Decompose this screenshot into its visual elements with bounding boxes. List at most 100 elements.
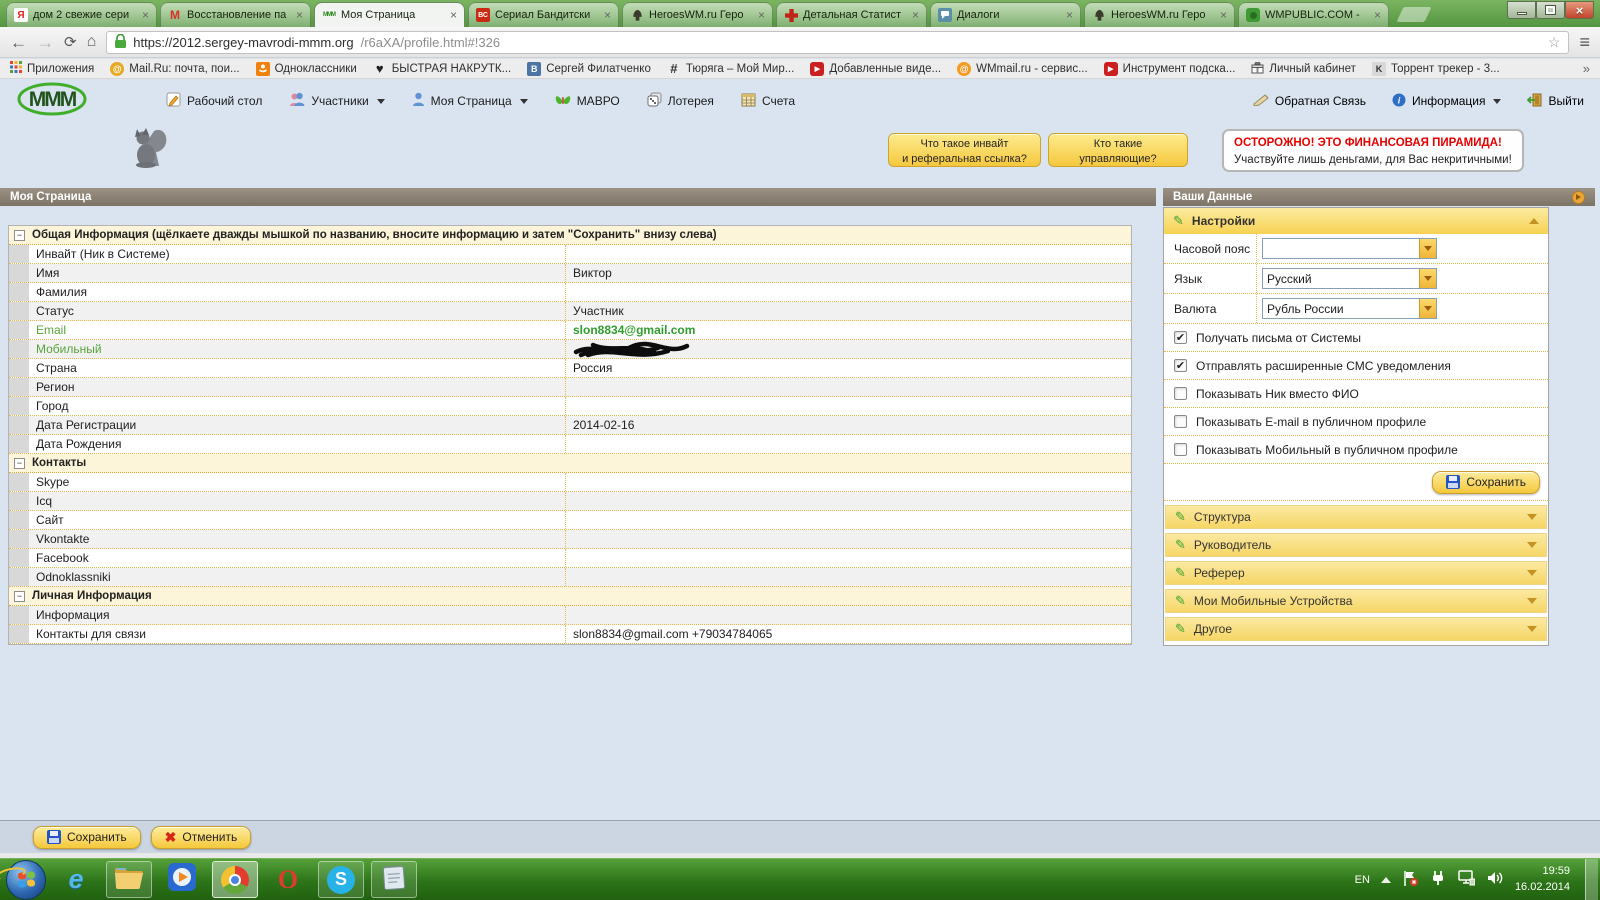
back-button[interactable]: ←: [10, 34, 27, 51]
accordion-structure[interactable]: ✎ Структура: [1165, 505, 1547, 529]
nav-lottery[interactable]: Лотерея: [647, 92, 714, 110]
mmm-logo[interactable]: MMM: [16, 81, 88, 122]
row-value[interactable]: [566, 530, 1131, 548]
accordion-other[interactable]: ✎ Другое: [1165, 617, 1547, 641]
accordion-manager[interactable]: ✎ Руководитель: [1165, 533, 1547, 557]
bookmark-tyuryaga[interactable]: # Тюряга – Мой Мир...: [667, 61, 794, 76]
settings-save-button[interactable]: Сохранить: [1432, 470, 1540, 494]
network-icon[interactable]: [1457, 870, 1476, 889]
row-country[interactable]: Страна Россия: [9, 359, 1131, 378]
row-facebook[interactable]: Facebook: [9, 549, 1131, 568]
invite-help-button[interactable]: Что такое инвайт и реферальная ссылка?: [888, 133, 1041, 167]
taskbar-notepad[interactable]: [371, 861, 417, 898]
row-value[interactable]: slon8834@gmail.com: [566, 321, 1131, 339]
row-reg-date[interactable]: Дата Регистрации 2014-02-16: [9, 416, 1131, 435]
row-value[interactable]: [566, 397, 1131, 415]
collapse-icon[interactable]: −: [14, 590, 25, 602]
checkbox-show-nick[interactable]: Показывать Ник вместо ФИО: [1164, 380, 1548, 408]
bookmark-apps[interactable]: Приложения: [10, 61, 94, 76]
bookmark-heart[interactable]: ♥ БЫСТРАЯ НАКРУТК...: [373, 61, 511, 76]
tab-close-icon[interactable]: ×: [1066, 9, 1073, 21]
forward-button[interactable]: →: [37, 34, 54, 51]
padlock-icon[interactable]: [115, 33, 127, 51]
row-value[interactable]: slon8834@gmail.com +79034784065: [566, 625, 1131, 643]
row-contact-info[interactable]: Контакты для связи slon8834@gmail.com +79…: [9, 625, 1131, 644]
tab-close-icon[interactable]: ×: [450, 9, 457, 21]
taskbar-ie[interactable]: e: [0, 861, 99, 898]
row-value[interactable]: [566, 473, 1131, 491]
taskbar-opera[interactable]: O: [265, 861, 311, 898]
checkbox-show-mobile[interactable]: Показывать Мобильный в публичном профиле: [1164, 436, 1548, 464]
panel-collapse-icon[interactable]: [1572, 190, 1585, 204]
language-indicator[interactable]: EN: [1355, 874, 1370, 886]
row-status[interactable]: Статус Участник: [9, 302, 1131, 321]
accordion-referrer[interactable]: ✎ Реферер: [1165, 561, 1547, 585]
row-vkontakte[interactable]: Vkontakte: [9, 530, 1131, 549]
tab-2[interactable]: M Восстановление па ×: [160, 2, 311, 27]
tab-active-my-page[interactable]: MMM Моя Страница ×: [314, 2, 465, 27]
row-value[interactable]: [566, 606, 1131, 624]
row-value[interactable]: [566, 435, 1131, 453]
taskbar-explorer[interactable]: [106, 861, 152, 898]
nav-accounts[interactable]: Счета: [741, 93, 795, 110]
tray-expand-icon[interactable]: [1380, 876, 1391, 883]
row-value[interactable]: Россия: [566, 359, 1131, 377]
row-last-name[interactable]: Фамилия: [9, 283, 1131, 302]
bookmark-cabinet[interactable]: Личный кабинет: [1251, 61, 1356, 77]
bookmark-wmmail[interactable]: @ WMmail.ru - сервис...: [957, 61, 1088, 76]
tab-close-icon[interactable]: ×: [758, 9, 765, 21]
dropdown-button[interactable]: [1419, 269, 1436, 288]
nav-desktop[interactable]: Рабочий стол: [166, 92, 262, 110]
row-site[interactable]: Сайт: [9, 511, 1131, 530]
bookmark-torrent[interactable]: K Торрент трекер - 3...: [1371, 61, 1500, 76]
collapse-icon[interactable]: −: [14, 229, 25, 241]
checkbox-sms-notifications[interactable]: ✔ Отправлять расширенные СМС уведомления: [1164, 352, 1548, 380]
nav-feedback[interactable]: Обратная Связь: [1252, 93, 1366, 109]
timezone-select[interactable]: [1262, 238, 1437, 259]
save-button[interactable]: Сохранить: [33, 825, 141, 849]
row-odnoklassniki[interactable]: Odnoklassniki: [9, 568, 1131, 587]
tab-close-icon[interactable]: ×: [1220, 9, 1227, 21]
action-center-flag-icon[interactable]: [1402, 870, 1419, 890]
tab-close-icon[interactable]: ×: [912, 9, 919, 21]
settings-accordion-header[interactable]: ✎ Настройки: [1164, 208, 1548, 234]
nav-my-page[interactable]: Моя Страница: [412, 92, 528, 110]
taskbar-wmp[interactable]: [159, 861, 205, 898]
row-birth-date[interactable]: Дата Рождения: [9, 435, 1131, 454]
new-tab-button[interactable]: [1396, 7, 1432, 22]
row-value[interactable]: [566, 340, 1131, 358]
row-first-name[interactable]: Имя Виктор: [9, 264, 1131, 283]
taskbar-clock[interactable]: 19:59 16.02.2014: [1515, 864, 1574, 895]
tab-close-icon[interactable]: ×: [296, 9, 303, 21]
checkbox-unchecked[interactable]: [1174, 387, 1187, 400]
address-bar[interactable]: https://2012.sergey-mavrodi-mmm.org/r6aX…: [106, 30, 1570, 54]
nav-information[interactable]: i Информация: [1392, 93, 1502, 110]
row-information[interactable]: Информация: [9, 606, 1131, 625]
row-region[interactable]: Регион: [9, 378, 1131, 397]
reload-button[interactable]: ⟳: [64, 35, 77, 50]
bookmark-youtube-1[interactable]: ▶ Добавленные виде...: [810, 61, 941, 76]
row-email[interactable]: Email slon8834@gmail.com: [9, 321, 1131, 340]
row-city[interactable]: Город: [9, 397, 1131, 416]
tab-5[interactable]: HeroesWM.ru Геро ×: [622, 2, 773, 27]
bookmark-vk[interactable]: В Сергей Филатченко: [527, 61, 651, 76]
row-invite[interactable]: Инвайт (Ник в Системе): [9, 245, 1131, 264]
nav-mavro[interactable]: МАВРО: [555, 93, 620, 110]
dropdown-button[interactable]: [1419, 239, 1436, 258]
row-value[interactable]: Участник: [566, 302, 1131, 320]
bookmark-star-icon[interactable]: ☆: [1548, 34, 1561, 51]
bookmark-youtube-2[interactable]: ▶ Инструмент подска...: [1103, 61, 1235, 76]
tab-4[interactable]: ВС Сериал Бандитски ×: [468, 2, 619, 27]
minimize-button[interactable]: [1507, 1, 1536, 19]
row-value[interactable]: 2014-02-16: [566, 416, 1131, 434]
cancel-button[interactable]: ✖ Отменить: [150, 825, 252, 849]
tab-close-icon[interactable]: ×: [1374, 9, 1381, 21]
taskbar-skype[interactable]: S: [318, 861, 364, 898]
tab-9[interactable]: WMPUBLIC.COM - ×: [1238, 2, 1389, 27]
row-skype[interactable]: Skype: [9, 473, 1131, 492]
bookmarks-overflow-icon[interactable]: »: [1583, 61, 1590, 76]
chrome-menu-icon[interactable]: ≡: [1579, 32, 1590, 53]
row-icq[interactable]: Icq: [9, 492, 1131, 511]
checkbox-unchecked[interactable]: [1174, 415, 1187, 428]
volume-icon[interactable]: [1486, 870, 1504, 889]
